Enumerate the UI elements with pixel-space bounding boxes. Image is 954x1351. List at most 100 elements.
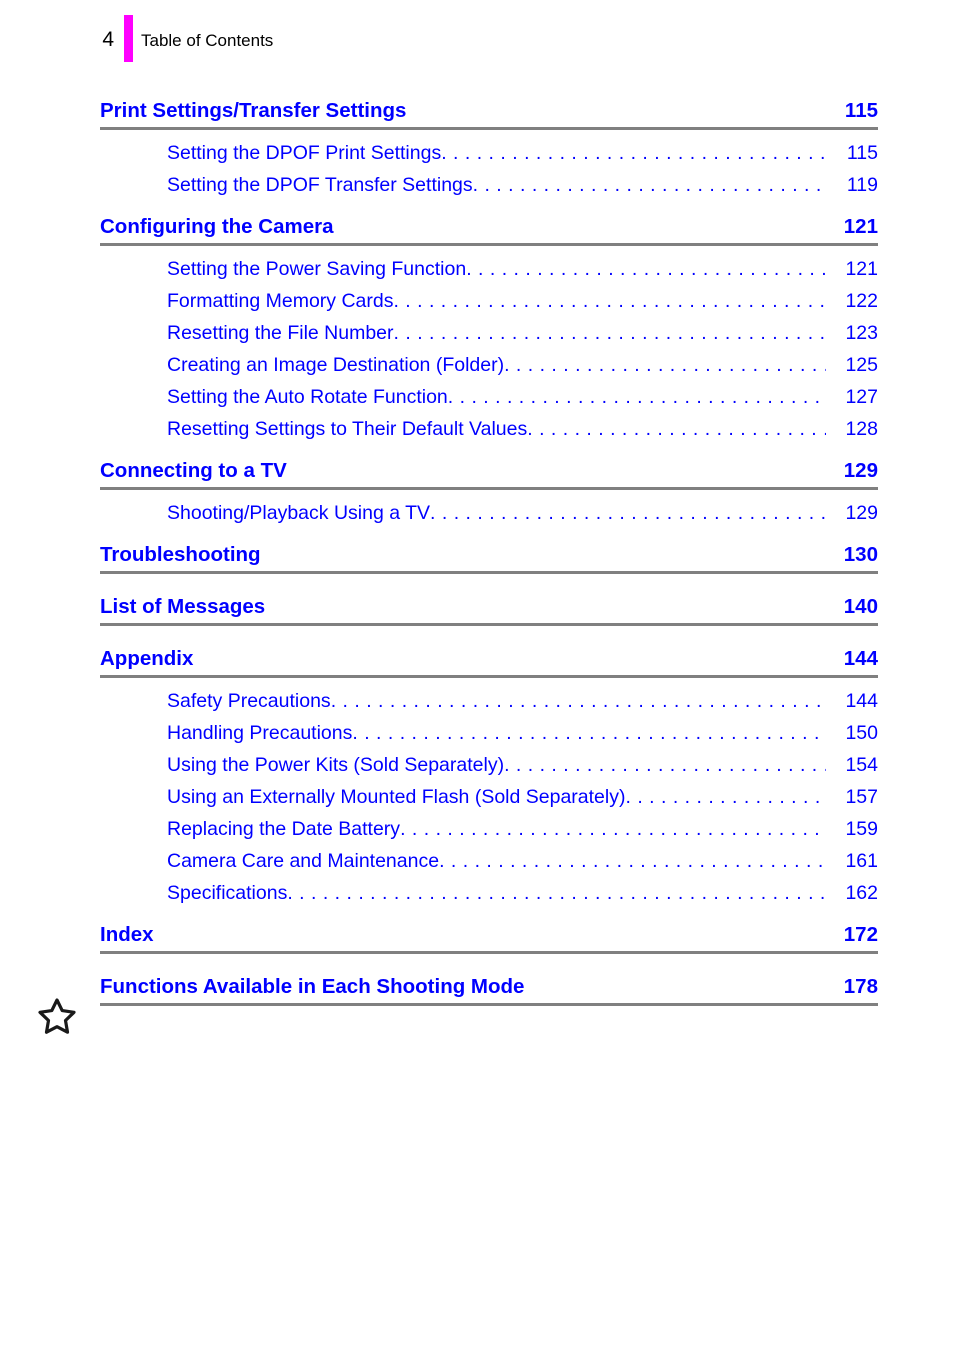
toc-entry-page-number: 161 bbox=[845, 850, 878, 872]
toc-entry[interactable]: Specifications 162 bbox=[167, 877, 878, 909]
toc-entry[interactable]: Resetting Settings to Their Default Valu… bbox=[167, 413, 878, 445]
toc-section-page-number: 140 bbox=[843, 595, 878, 618]
toc-dot-leader bbox=[331, 685, 826, 717]
toc-section-gap bbox=[100, 445, 878, 458]
toc-dot-leader bbox=[504, 349, 826, 381]
toc-entry[interactable]: Resetting the File Number 123 bbox=[167, 317, 878, 349]
toc-section-gap bbox=[100, 954, 878, 974]
toc-section: Appendix 144 Safety Precautions 144 Handling… bbox=[100, 646, 878, 909]
toc-dot-leader bbox=[439, 845, 826, 877]
toc-entry[interactable]: Using an Externally Mounted Flash (Sold … bbox=[167, 781, 878, 813]
toc-entry-list: Shooting/Playback Using a TV 129 bbox=[100, 490, 878, 529]
toc-entry-title: Camera Care and Maintenance bbox=[167, 850, 440, 872]
toc-entry[interactable]: Shooting/Playback Using a TV 129 bbox=[167, 497, 878, 529]
toc-section-page-number: 129 bbox=[843, 459, 878, 482]
toc-entry-page-number: 150 bbox=[845, 722, 878, 744]
toc-entry[interactable]: Setting the Power Saving Function 121 bbox=[167, 253, 878, 285]
toc-section: Print Settings/Transfer Settings 115 Setti… bbox=[100, 98, 878, 201]
toc-section-page-number: 172 bbox=[843, 923, 878, 946]
toc-entry-list: Safety Precautions 144 Handling Precaution… bbox=[100, 678, 878, 909]
toc-section-gap bbox=[100, 529, 878, 542]
toc-entry-title: Setting the Power Saving Function bbox=[167, 258, 467, 280]
toc-section-title: Functions Available in Each Shooting Mod… bbox=[100, 975, 525, 998]
toc-entry-title: Resetting Settings to Their Default Valu… bbox=[167, 418, 528, 440]
toc-entry-page-number: 144 bbox=[845, 690, 878, 712]
toc-entry-list: Setting the DPOF Print Settings115Settin… bbox=[100, 130, 878, 201]
toc-dot-leader bbox=[473, 169, 826, 201]
toc-entry-title: Setting the DPOF Print Settings bbox=[167, 142, 442, 164]
toc-dot-leader bbox=[352, 717, 826, 749]
toc-section-title: Configuring the Camera bbox=[100, 215, 334, 238]
toc-section: Functions Available in Each Shooting Mod… bbox=[100, 974, 878, 1006]
toc-section-page-number: 115 bbox=[844, 99, 878, 122]
toc-entry-page-number: 127 bbox=[845, 386, 878, 408]
page-number: 4 bbox=[102, 28, 114, 51]
toc-section-gap bbox=[100, 574, 878, 594]
toc-dot-leader bbox=[625, 781, 826, 813]
toc-entry-title: Handling Precautions bbox=[167, 722, 353, 744]
toc-section-divider bbox=[100, 1003, 878, 1006]
toc-section-gap bbox=[100, 201, 878, 214]
toc-entry[interactable]: Formatting Memory Cards 122 bbox=[167, 285, 878, 317]
toc-entry-title: Using an Externally Mounted Flash (Sold … bbox=[167, 786, 626, 808]
toc-section: Configuring the Camera 121 Setting the Pow… bbox=[100, 214, 878, 445]
toc-section-title: Troubleshooting bbox=[100, 543, 261, 566]
toc-entry-title: Setting the DPOF Transfer Settings bbox=[167, 174, 473, 196]
toc-section-heading[interactable]: Appendix 144 bbox=[100, 646, 878, 671]
toc-entry-page-number: 159 bbox=[845, 818, 878, 840]
toc-section-title: Connecting to a TV bbox=[100, 459, 287, 482]
toc-section-heading[interactable]: Index 172 bbox=[100, 922, 878, 947]
toc-section-heading[interactable]: Print Settings/Transfer Settings 115 bbox=[100, 98, 878, 123]
toc-entry-title: Specifications bbox=[167, 882, 288, 904]
toc-section-page-number: 121 bbox=[843, 215, 878, 238]
toc-section-page-number: 130 bbox=[843, 543, 878, 566]
toc-section-heading[interactable]: Configuring the Camera 121 bbox=[100, 214, 878, 239]
toc-dot-leader bbox=[400, 813, 826, 845]
toc-entry[interactable]: Setting the Auto Rotate Function 127 bbox=[167, 381, 878, 413]
toc-dot-leader bbox=[527, 413, 826, 445]
toc-entry[interactable]: Using the Power Kits (Sold Separately) 15… bbox=[167, 749, 878, 781]
toc-entry-page-number: 157 bbox=[845, 786, 878, 808]
toc-section-heading[interactable]: Functions Available in Each Shooting Mod… bbox=[100, 974, 878, 999]
toc-section-heading[interactable]: List of Messages 140 bbox=[100, 594, 878, 619]
table-of-contents: Print Settings/Transfer Settings 115 Setti… bbox=[100, 98, 878, 1006]
toc-section-page-number: 144 bbox=[843, 647, 878, 670]
toc-section-divider bbox=[100, 951, 878, 954]
toc-entry[interactable]: Camera Care and Maintenance 161 bbox=[167, 845, 878, 877]
toc-entry-title: Replacing the Date Battery bbox=[167, 818, 401, 840]
header-accent-bar bbox=[124, 15, 133, 62]
toc-dot-leader bbox=[287, 877, 826, 909]
toc-entry[interactable]: Setting the DPOF Print Settings 115 bbox=[167, 137, 878, 169]
toc-section-page-number: 178 bbox=[843, 975, 878, 998]
toc-entry[interactable]: Safety Precautions 144 bbox=[167, 685, 878, 717]
toc-dot-leader bbox=[441, 137, 826, 169]
toc-entry-list: Setting the Power Saving Function 121 Form… bbox=[100, 246, 878, 445]
toc-entry-page-number: 129 bbox=[845, 502, 878, 524]
toc-entry-title: Setting the Auto Rotate Function bbox=[167, 386, 448, 408]
toc-entry-page-number: 123 bbox=[845, 322, 878, 344]
header-title: Table of Contents bbox=[141, 31, 274, 50]
toc-entry[interactable]: Replacing the Date Battery 159 bbox=[167, 813, 878, 845]
toc-entry-page-number: 119 bbox=[846, 174, 878, 196]
toc-dot-leader bbox=[394, 317, 826, 349]
toc-entry-page-number: 115 bbox=[846, 142, 878, 164]
toc-section-divider bbox=[100, 571, 878, 574]
toc-section-title: Print Settings/Transfer Settings bbox=[100, 99, 407, 122]
toc-entry-title: Resetting the File Number bbox=[167, 322, 394, 344]
star-outline-icon bbox=[38, 997, 76, 1035]
toc-entry[interactable]: Creating an Image Destination (Folder) 12… bbox=[167, 349, 878, 381]
toc-entry-page-number: 128 bbox=[845, 418, 878, 440]
toc-section-gap bbox=[100, 909, 878, 922]
toc-section-heading[interactable]: Troubleshooting 130 bbox=[100, 542, 878, 567]
toc-entry[interactable]: Handling Precautions 150 bbox=[167, 717, 878, 749]
toc-dot-leader bbox=[430, 497, 826, 529]
toc-section-heading[interactable]: Connecting to a TV 129 bbox=[100, 458, 878, 483]
toc-entry-title: Using the Power Kits (Sold Separately) bbox=[167, 754, 505, 776]
toc-entry-page-number: 122 bbox=[845, 290, 878, 312]
toc-entry-title: Shooting/Playback Using a TV bbox=[167, 502, 431, 524]
toc-entry[interactable]: Setting the DPOF Transfer Settings 119 bbox=[167, 169, 878, 201]
toc-section-title: Index bbox=[100, 923, 154, 946]
toc-entry-page-number: 154 bbox=[845, 754, 878, 776]
toc-dot-leader bbox=[466, 253, 826, 285]
page-header: 4 Table of Contents bbox=[0, 15, 954, 63]
